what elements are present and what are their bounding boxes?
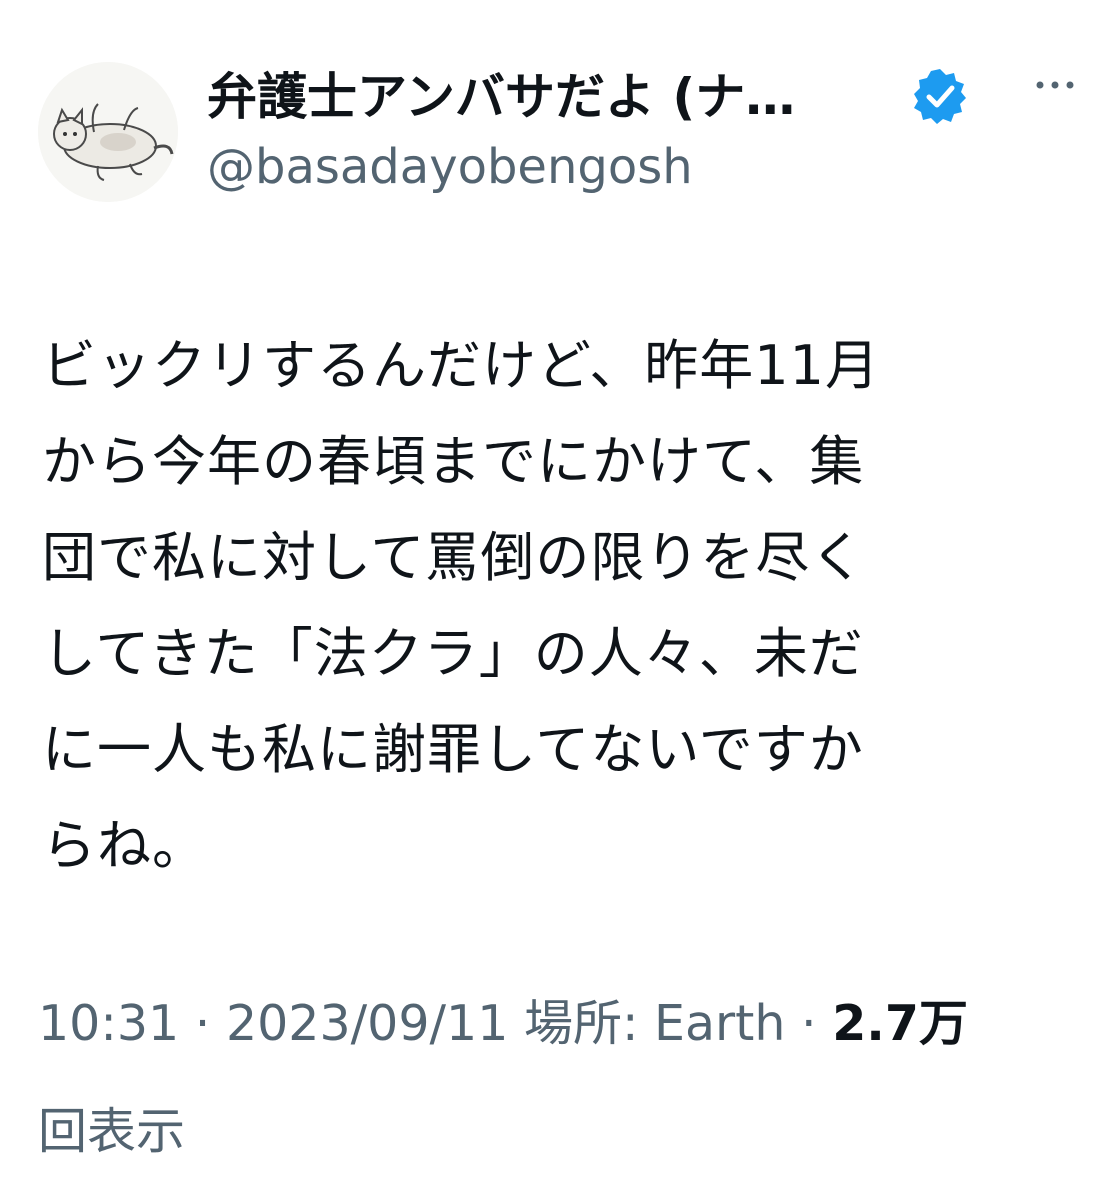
tweet-card: 弁護士アンバサだよ (ナ… @basadayobengosh ビックリするんだけ… xyxy=(0,0,1118,1200)
cat-avatar-icon xyxy=(38,62,178,202)
author-display-name[interactable]: 弁護士アンバサだよ (ナ… xyxy=(207,62,907,132)
tweet-text-line: らね。 xyxy=(42,814,207,877)
meta-separator: · xyxy=(785,995,833,1052)
tweet-text-line: から今年の春頃までにかけて、集 xyxy=(42,430,865,493)
views-label: 回表示 xyxy=(38,1103,186,1160)
views-count: 2.7万 xyxy=(832,995,968,1052)
tweet-text: ビックリするんだけど、昨年11月 から今年の春頃までにかけて、集 団で私に対して… xyxy=(42,318,1082,894)
author-handle[interactable]: @basadayobengosh xyxy=(207,134,693,200)
tweet-time[interactable]: 10:31 xyxy=(38,995,179,1052)
tweet-location: 場所: Earth xyxy=(523,995,786,1052)
tweet-text-line: してきた「法クラ」の人々、未だ xyxy=(42,622,864,685)
more-options-icon[interactable] xyxy=(1030,70,1080,100)
tweet-text-line: 団で私に対して罵倒の限りを尽く xyxy=(42,526,866,589)
tweet-text-line: に一人も私に謝罪してないですか xyxy=(42,718,864,781)
tweet-meta: 10:31 · 2023/09/11 場所: Earth · 2.7万 xyxy=(38,988,1098,1060)
verified-badge-icon xyxy=(914,69,966,124)
tweet-text-line: ビックリするんだけど、昨年11月 xyxy=(42,334,881,397)
meta-separator: · xyxy=(179,995,226,1052)
tweet-date[interactable]: 2023/09/11 xyxy=(226,995,508,1052)
author-avatar[interactable] xyxy=(38,62,178,202)
